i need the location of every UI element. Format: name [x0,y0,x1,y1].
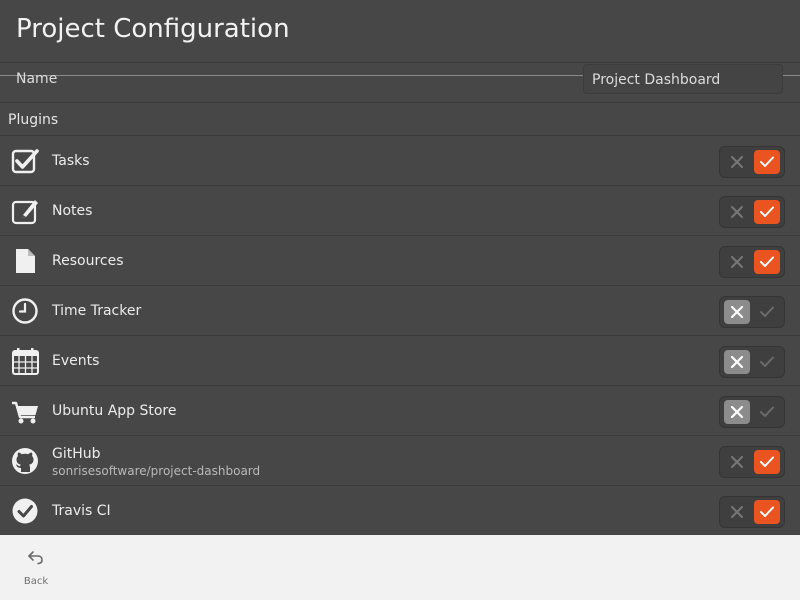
plugin-toggle-travis-ci[interactable] [719,496,785,528]
plugin-name: Resources [52,253,124,269]
plugin-toggle-notes[interactable] [719,196,785,228]
close-icon [722,497,752,527]
checkmark-circle-icon [10,496,40,526]
plugin-row-ubuntu-app-store[interactable]: Ubuntu App Store [0,386,800,436]
plugin-toggle-github[interactable] [719,446,785,478]
plugin-row-resources[interactable]: Resources [0,236,800,286]
plugin-toggle-resources[interactable] [719,246,785,278]
close-icon [722,197,752,227]
name-setting-row: Name Project Dashboard [0,62,800,103]
plugin-row-tasks[interactable]: Tasks [0,136,800,186]
plugin-name: GitHub [52,446,101,462]
checkmark-icon [752,397,782,427]
checkmark-icon [752,147,782,177]
plugin-name: Tasks [52,153,90,169]
plugin-name: Events [52,353,100,369]
close-icon [722,297,752,327]
close-icon [722,447,752,477]
checkmark-icon [752,497,782,527]
plugin-toggle-events[interactable] [719,346,785,378]
checkmark-icon [752,247,782,277]
settings-list[interactable]: Name Project Dashboard Plugins Tasks Not… [0,62,800,535]
calendar-icon [10,346,40,376]
plugin-toggle-ubuntu-app-store[interactable] [719,396,785,428]
edit-note-icon [10,196,40,226]
plugin-toggle-time-tracker[interactable] [719,296,785,328]
close-icon [722,147,752,177]
close-icon [722,397,752,427]
page-header: Project Configuration [0,0,800,62]
bottom-toolbar: Back [0,535,800,600]
checkmark-icon [752,347,782,377]
plugins-section-header: Plugins [0,103,800,136]
page-title: Project Configuration [16,14,290,44]
back-button[interactable]: Back [14,547,58,593]
plugin-name: Time Tracker [52,303,142,319]
checkbox-icon [10,146,40,176]
checkmark-icon [752,197,782,227]
checkmark-icon [752,447,782,477]
plugin-name: Ubuntu App Store [52,403,177,419]
plugin-name: Notes [52,203,93,219]
close-icon [722,347,752,377]
plugins-section-label: Plugins [8,112,59,128]
plugin-name: Travis CI [52,503,111,519]
github-icon [10,446,40,476]
plugin-row-github[interactable]: GitHub sonrisesoftware/project-dashboard [0,436,800,486]
plugin-row-time-tracker[interactable]: Time Tracker [0,286,800,336]
clock-icon [10,296,40,326]
plugin-row-travis-ci[interactable]: Travis CI [0,486,800,535]
checkmark-icon [752,297,782,327]
back-label: Back [23,576,49,587]
plugin-subtitle: sonrisesoftware/project-dashboard [52,464,261,478]
plugin-row-events[interactable]: Events [0,336,800,386]
name-label: Name [16,71,58,87]
shopping-cart-icon [10,396,40,426]
document-icon [10,246,40,276]
plugin-toggle-tasks[interactable] [719,146,785,178]
plugin-row-notes[interactable]: Notes [0,186,800,236]
back-arrow-icon [28,551,43,565]
project-name-field[interactable]: Project Dashboard [583,64,783,94]
close-icon [722,247,752,277]
